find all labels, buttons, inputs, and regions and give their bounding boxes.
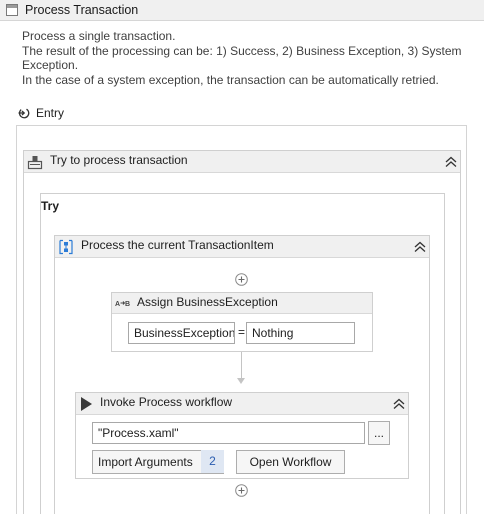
entry-section-toggle[interactable]: Entry xyxy=(17,105,64,121)
assign-to-field[interactable]: BusinessException xyxy=(128,322,235,344)
invoke-title: Invoke Process workflow xyxy=(100,395,233,409)
sequence-title: Process the current TransactionItem xyxy=(81,238,274,252)
workflow-title: Process Transaction xyxy=(25,3,139,17)
double-chevron-up-icon[interactable] xyxy=(392,397,406,411)
double-chevron-up-icon[interactable] xyxy=(444,155,458,169)
svg-text:B: B xyxy=(125,301,130,308)
import-arguments-label: Import Arguments xyxy=(98,455,193,469)
invoke-play-icon xyxy=(81,397,92,411)
workflow-file-input[interactable]: "Process.xaml" xyxy=(92,422,365,444)
open-workflow-button[interactable]: Open Workflow xyxy=(236,450,345,474)
designer-title-bar: Process Transaction xyxy=(0,0,484,21)
flow-connector xyxy=(241,352,242,380)
assign-value-field[interactable]: Nothing xyxy=(246,322,355,344)
try-catch-icon xyxy=(27,156,43,170)
try-label: Try xyxy=(41,199,60,213)
try-catch-header[interactable]: Try to process transaction xyxy=(24,151,460,173)
assign-operator: = xyxy=(238,325,246,339)
workflow-file-icon xyxy=(6,4,18,16)
argument-count-badge: 2 xyxy=(201,450,224,473)
assign-header[interactable]: A B Assign BusinessException xyxy=(112,293,372,314)
workflow-annotation: Process a single transaction. The result… xyxy=(22,29,462,87)
plus-circle-icon[interactable] xyxy=(235,273,248,286)
browse-file-button[interactable]: ... xyxy=(368,421,390,445)
annotation-line: The result of the processing can be: 1) … xyxy=(22,43,462,58)
try-catch-title: Try to process transaction xyxy=(50,153,188,167)
assign-title: Assign BusinessException xyxy=(137,295,278,309)
sequence-header[interactable]: Process the current TransactionItem xyxy=(55,236,429,258)
plus-circle-icon[interactable] xyxy=(235,484,248,497)
annotation-line: In the case of a system exception, the t… xyxy=(22,72,439,87)
double-chevron-up-icon[interactable] xyxy=(413,240,427,254)
assign-icon: A B xyxy=(115,301,130,308)
flow-arrow-icon xyxy=(237,378,245,384)
annotation-line: Exception. xyxy=(22,58,79,72)
svg-text:A: A xyxy=(115,301,120,308)
entry-label: Entry xyxy=(36,106,65,120)
entry-flow-icon xyxy=(18,108,30,119)
annotation-line: Process a single transaction. xyxy=(22,29,176,43)
sequence-icon xyxy=(59,239,73,255)
invoke-header[interactable]: Invoke Process workflow xyxy=(76,393,408,415)
